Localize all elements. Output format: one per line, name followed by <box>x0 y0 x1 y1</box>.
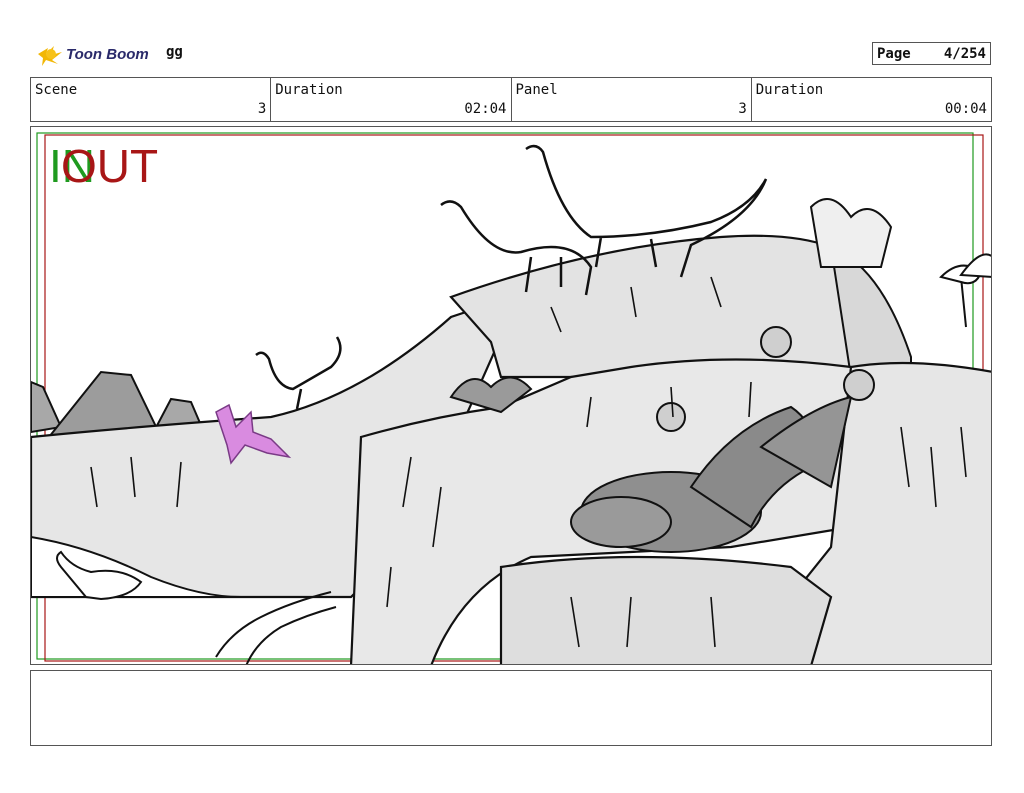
logo-burst-icon <box>38 46 62 66</box>
lower-ledge <box>499 555 833 664</box>
panel-value: 3 <box>738 101 747 117</box>
storyboard-drawing <box>31 132 991 664</box>
toon-boom-logo: Toon Boom <box>34 38 164 70</box>
panel-info-row: Scene 3 Duration 02:04 Panel 3 Duration … <box>30 77 992 122</box>
storyboard-panel[interactable]: IN OUT <box>30 126 992 665</box>
panel-cell: Panel 3 <box>512 78 752 121</box>
palm-tree <box>939 253 991 328</box>
panel-label: Panel <box>515 82 558 98</box>
page-value: 4/254 <box>943 45 986 62</box>
logo-text: Toon Boom <box>66 46 149 63</box>
out-label: OUT <box>61 140 159 192</box>
panel-notes-area[interactable] <box>30 670 992 746</box>
page-indicator: Page 4/254 <box>872 42 991 65</box>
project-name: gg <box>166 44 183 60</box>
scene-value: 3 <box>257 101 267 117</box>
panel-duration-label: Duration <box>755 82 824 98</box>
panel-duration-cell: Duration 00:04 <box>752 78 991 121</box>
scene-cell: Scene 3 <box>31 78 272 121</box>
scene-label: Scene <box>35 82 78 98</box>
scene-duration-cell: Duration 02:04 <box>271 78 512 121</box>
scene-duration-label: Duration <box>275 82 343 98</box>
panel-duration-value: 00:04 <box>944 101 987 117</box>
river-path <box>215 591 332 658</box>
scene-duration-value: 02:04 <box>464 101 507 117</box>
page-label: Page <box>877 45 911 62</box>
upper-mesa <box>449 234 873 379</box>
